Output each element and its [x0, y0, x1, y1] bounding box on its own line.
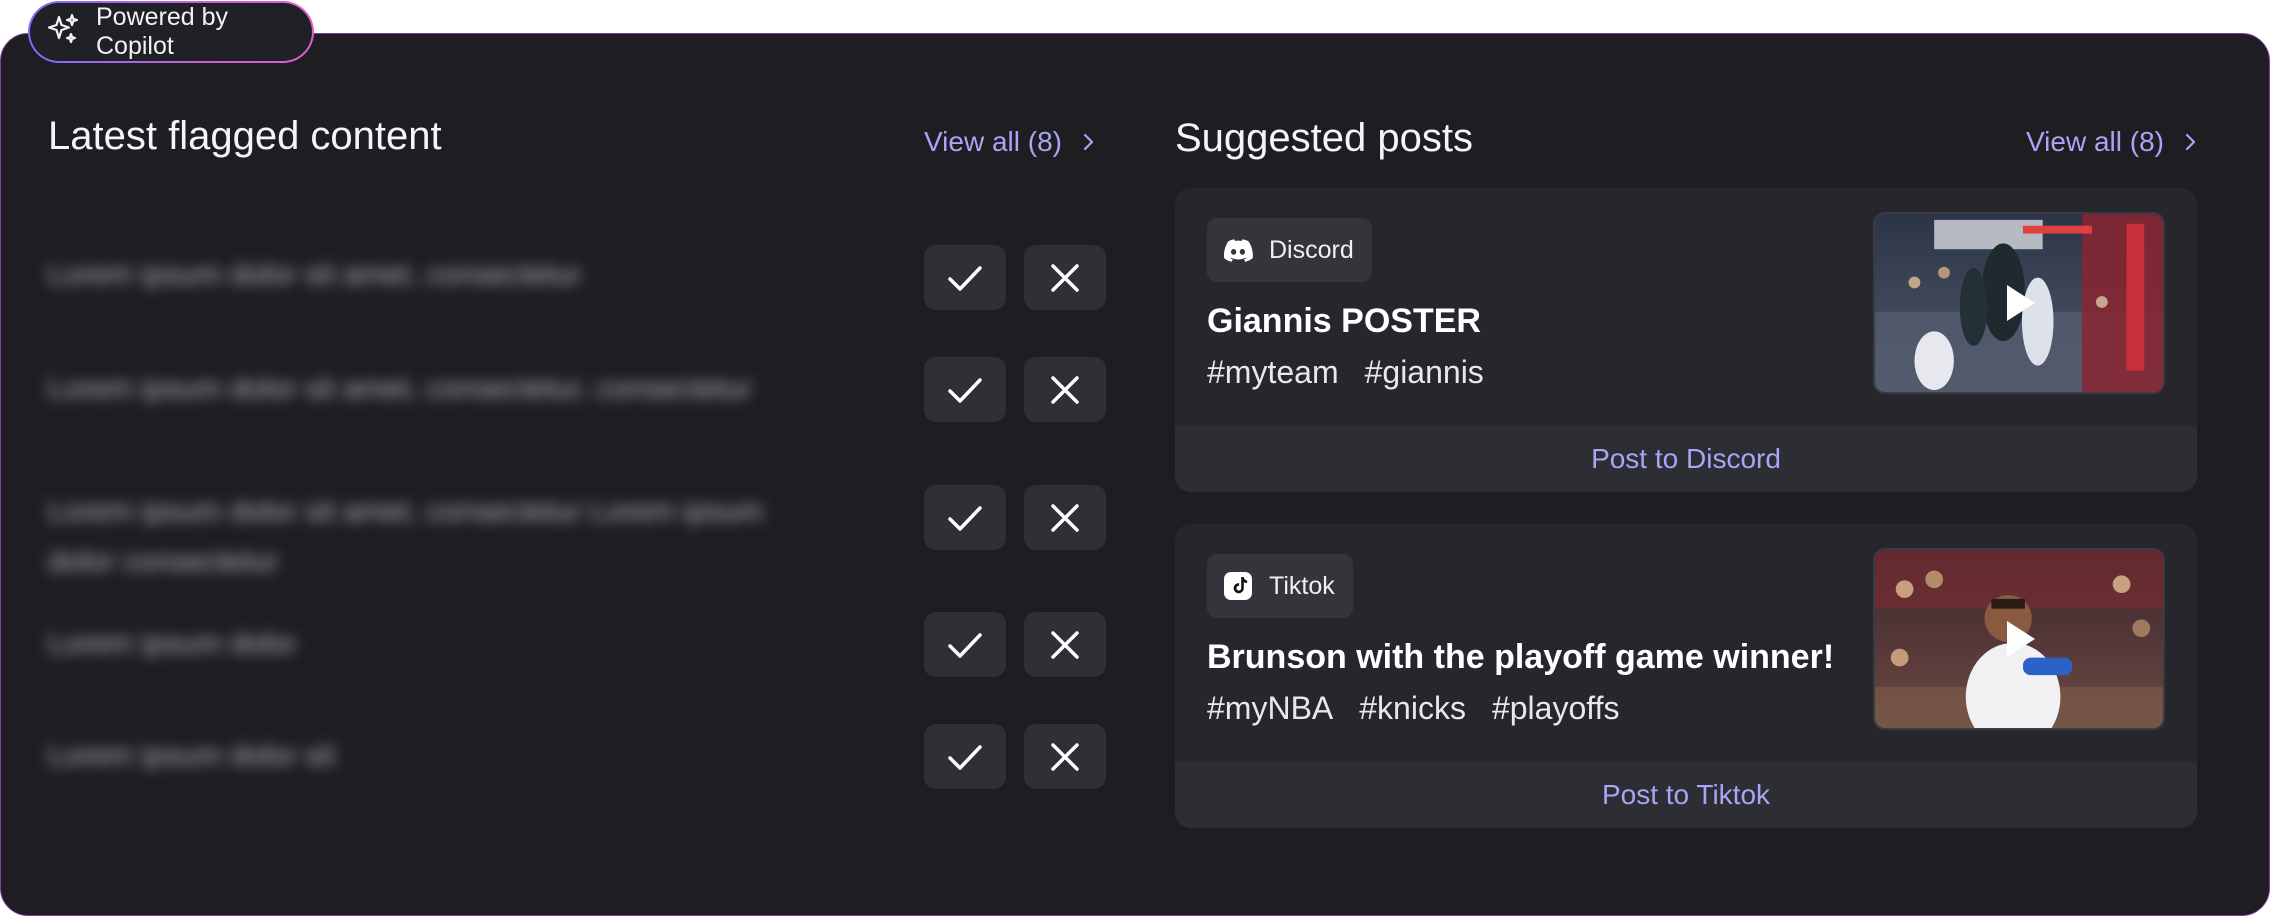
- platform-chip: Discord: [1207, 218, 1372, 282]
- platform-chip: Tiktok: [1207, 554, 1353, 618]
- hashtag: #myNBA: [1207, 690, 1334, 726]
- reject-button[interactable]: [1024, 724, 1106, 789]
- flagged-item-text: Lorem ipsum dolor sit: [48, 739, 335, 772]
- play-icon: [2007, 285, 2035, 321]
- chevron-right-icon: [2185, 133, 2196, 151]
- hashtag-list: #myteam #giannis: [1207, 354, 1484, 391]
- hashtag-list: #myNBA #knicks #playoffs: [1207, 690, 1619, 727]
- approve-button[interactable]: [924, 357, 1006, 422]
- play-icon: [2007, 621, 2035, 657]
- reject-button[interactable]: [1024, 357, 1106, 422]
- suggested-view-all-link[interactable]: View all (8): [2026, 126, 2202, 158]
- reject-button[interactable]: [1024, 485, 1106, 550]
- checkmark-icon: [948, 505, 982, 531]
- post-to-tiktok-button[interactable]: Post to Tiktok: [1175, 762, 2197, 828]
- close-icon: [1051, 503, 1079, 532]
- view-all-label: View all (8): [2026, 126, 2164, 157]
- approve-button[interactable]: [924, 612, 1006, 677]
- reject-button[interactable]: [1024, 245, 1106, 310]
- checkmark-icon: [948, 377, 982, 403]
- close-icon: [1051, 375, 1079, 404]
- hashtag: #knicks: [1359, 690, 1466, 726]
- reject-button[interactable]: [1024, 612, 1106, 677]
- suggested-post-card: Discord Giannis POSTER #myteam #giannis: [1175, 188, 2197, 492]
- post-title: Brunson with the playoff game winner!: [1207, 638, 1835, 676]
- hashtag: #myteam: [1207, 354, 1339, 390]
- video-thumbnail[interactable]: [1873, 548, 2165, 730]
- hashtag: #playoffs: [1491, 690, 1620, 726]
- platform-name: Discord: [1269, 235, 1354, 264]
- badge-label: Powered by Copilot: [96, 3, 229, 60]
- suggested-post-card: Tiktok Brunson with the playoff game win…: [1175, 524, 2197, 828]
- flagged-item-text: Lorem ipsum dolor sit amet, consectetur: [48, 258, 582, 291]
- close-icon: [1051, 263, 1079, 292]
- chevron-right-icon: [1083, 133, 1094, 151]
- checkmark-icon: [948, 265, 982, 291]
- hashtag: #giannis: [1364, 354, 1484, 390]
- view-all-label: View all (8): [924, 126, 1062, 157]
- close-icon: [1051, 742, 1079, 771]
- tiktok-icon: [1224, 572, 1252, 600]
- flagged-item-text: Lorem ipsum dolor sit amet, consectetur,…: [48, 372, 752, 405]
- approve-button[interactable]: [924, 485, 1006, 550]
- checkmark-icon: [948, 744, 982, 770]
- suggested-section-title: Suggested posts: [1175, 116, 1473, 160]
- dashboard-panel: Latest flagged content View all (8) Lore…: [0, 33, 2270, 916]
- close-icon: [1051, 630, 1079, 659]
- video-thumbnail[interactable]: [1873, 212, 2165, 394]
- flagged-item-text: Lorem ipsum dolor: [48, 627, 297, 660]
- flagged-view-all-link[interactable]: View all (8): [924, 126, 1100, 158]
- post-to-discord-button[interactable]: Post to Discord: [1175, 426, 2197, 492]
- checkmark-icon: [948, 632, 982, 658]
- approve-button[interactable]: [924, 245, 1006, 310]
- sparkle-icon: [46, 12, 80, 53]
- approve-button[interactable]: [924, 724, 1006, 789]
- discord-icon: [1223, 239, 1253, 262]
- flagged-item-text: Lorem ipsum dolor sit amet, consectetur …: [48, 495, 764, 578]
- flagged-section-title: Latest flagged content: [48, 114, 442, 158]
- powered-by-copilot-badge: Powered by Copilot: [28, 1, 314, 63]
- post-title: Giannis POSTER: [1207, 302, 1481, 340]
- platform-name: Tiktok: [1269, 571, 1335, 600]
